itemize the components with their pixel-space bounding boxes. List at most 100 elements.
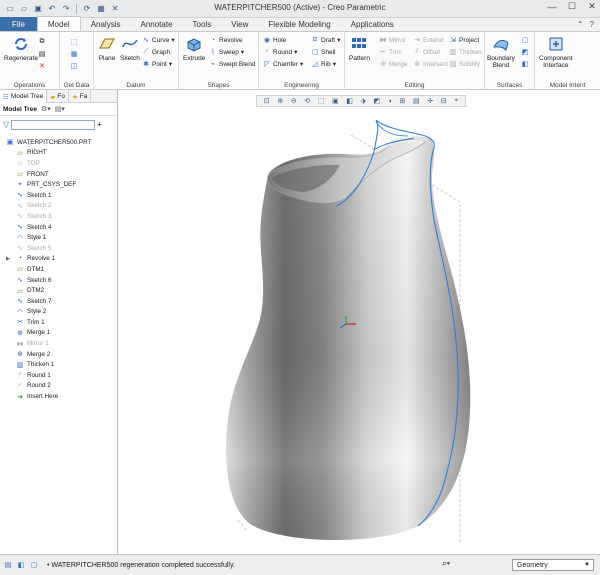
copy-geometry-icon[interactable]: ▦ [70, 50, 78, 58]
filter-icon[interactable]: ▽ [3, 120, 9, 129]
paste-icon[interactable]: ▤ [38, 50, 46, 58]
rib-button[interactable]: ◿ Rib ▾ [311, 60, 336, 69]
tree-item[interactable]: ⧓ Mirror 1 [0, 338, 117, 349]
tab-view[interactable]: View [221, 17, 258, 31]
tree-item[interactable]: ∿ Sketch 6 [0, 275, 117, 286]
revolve-button[interactable]: ◔ Revolve [209, 36, 243, 44]
tree-item[interactable]: ▶ ◔ Revolve 1 [0, 254, 117, 265]
curve-button[interactable]: ∿ Curve ▾ [142, 36, 175, 45]
tab-tools[interactable]: Tools [183, 17, 222, 31]
tree-settings-icon[interactable]: ⚙▾ [41, 105, 51, 113]
tree-item[interactable]: ◜ Round 2 [0, 381, 117, 392]
tree-item[interactable]: ∿ Sketch 1 [0, 190, 117, 201]
tree-item[interactable]: ▱ RIGHT [0, 148, 117, 159]
navigator-icon[interactable]: ◧ [16, 560, 26, 570]
tree-item[interactable]: ⌖ PRT_CSYS_DEF [0, 179, 117, 190]
undo-icon[interactable]: ↶ [46, 3, 58, 15]
panel-tabs: ☷ Model Tree ▰ Fo ★ Fa [0, 90, 117, 103]
mirror-button[interactable]: ⧓ Mirror [379, 36, 406, 45]
tree-item[interactable]: ▣ WATERPITCHER500.PRT [0, 137, 117, 148]
tab-flexible-modeling[interactable]: Flexible Modeling [258, 17, 340, 31]
tree-item[interactable]: ◜ Round 1 [0, 370, 117, 381]
tree-item[interactable]: ▱ TOP [0, 158, 117, 169]
user-defined-feature-icon[interactable]: ⬚ [70, 38, 78, 46]
tab-model-tree[interactable]: ☷ Model Tree [0, 90, 48, 103]
tree-item[interactable]: ✂ Trim 1 [0, 317, 117, 328]
intersect-button[interactable]: ⊗ Intersect [413, 60, 448, 69]
tree-item[interactable]: ◠ Style 1 [0, 232, 117, 243]
style-icon[interactable]: ◩ [521, 48, 529, 56]
tree-item[interactable]: ⊕ Merge 1 [0, 328, 117, 339]
copy-icon[interactable]: ⧉ [38, 38, 46, 46]
regenerate-icon[interactable]: ⟳ [81, 3, 93, 15]
thicken-button[interactable]: ▥ Thicken [449, 48, 482, 57]
project-button[interactable]: ⇲ Project [449, 36, 479, 45]
tab-applications[interactable]: Applications [341, 17, 404, 31]
delete-icon[interactable]: ✕ [38, 62, 46, 70]
tree-item[interactable]: ➜ Insert Here [0, 391, 117, 402]
extend-button[interactable]: ⇥ Extend [413, 36, 443, 45]
open-icon[interactable]: ▱ [18, 3, 30, 15]
maximize-icon[interactable]: ☐ [566, 1, 578, 12]
browser-icon[interactable]: ▢ [29, 560, 39, 570]
round-button[interactable]: ◜ Round ▾ [263, 48, 298, 57]
merge-button[interactable]: ⊕ Merge [379, 60, 407, 69]
shrinkwrap-icon[interactable]: ◫ [70, 62, 78, 70]
sweep-button[interactable]: ⌇ Sweep ▾ [209, 48, 244, 57]
help-icon[interactable]: ? [590, 20, 594, 29]
pattern-button[interactable]: Pattern [349, 35, 370, 62]
redo-icon[interactable]: ↷ [60, 3, 72, 15]
tree-item[interactable]: ◠ Style 2 [0, 307, 117, 318]
point-button[interactable]: ✱ Point ▾ [142, 60, 172, 69]
tree-item[interactable]: ∿ Sketch 4 [0, 222, 117, 233]
freestyle-icon[interactable]: ▢ [521, 36, 529, 44]
selection-filter[interactable]: Geometry ▼ [512, 559, 594, 571]
tree-search-input[interactable] [11, 119, 96, 130]
add-filter-icon[interactable]: + [97, 120, 102, 129]
pitcher-model[interactable] [118, 90, 600, 554]
tab-analysis[interactable]: Analysis [81, 17, 131, 31]
window-close-icon[interactable]: ✕ [586, 1, 598, 12]
regenerate-button[interactable]: Regenerate [4, 35, 38, 62]
extrude-button[interactable]: Extrude [183, 35, 205, 62]
hole-button[interactable]: ◉ Hole [263, 36, 286, 45]
tab-model[interactable]: Model [36, 16, 81, 31]
offset-button[interactable]: ⫽ Offset [413, 48, 440, 56]
tree-item[interactable]: ∿ Sketch 2 [0, 201, 117, 212]
chamfer-button[interactable]: ◸ Chamfer ▾ [263, 60, 303, 69]
graphics-area[interactable]: ⊡ ⊕ ⊖ ⟲ ⬚ ▣ ◧ ⬗ ◩ ◑ ⊞ ▤ ✛ ⊟ ⌖ [118, 90, 600, 554]
tree-item[interactable]: ▥ Thicken 1 [0, 359, 117, 370]
solidify-button[interactable]: ▨ Solidify [449, 60, 480, 69]
tab-folder-browser[interactable]: ▰ Fo [47, 90, 69, 103]
swept-blend-button[interactable]: ⌁ Swept Blend [209, 60, 256, 69]
component-interface-button[interactable]: Component Interface [539, 35, 573, 69]
panel-toggle-icon[interactable]: ▤ [3, 560, 13, 570]
new-icon[interactable]: ▭ [4, 3, 16, 15]
expand-icon[interactable]: ▶ [6, 256, 10, 262]
close-icon[interactable]: ✕ [109, 3, 121, 15]
tree-item[interactable]: ∿ Sketch 3 [0, 211, 117, 222]
tree-item[interactable]: ▱ DTM2 [0, 285, 117, 296]
minimize-ribbon-icon[interactable]: ⌃ [577, 20, 584, 29]
plane-button[interactable]: Plane [98, 35, 116, 62]
tree-item[interactable]: ⊕ Merge 2 [0, 349, 117, 360]
draft-button[interactable]: ⧄ Draft ▾ [311, 36, 341, 44]
tree-item[interactable]: ∿ Sketch 7 [0, 296, 117, 307]
tree-item[interactable]: ∿ Sketch 5 [0, 243, 117, 254]
show-icon[interactable]: ▤▾ [55, 105, 65, 113]
tree-item[interactable]: ▱ FRONT [0, 169, 117, 180]
find-icon[interactable]: ⌕▾ [442, 559, 450, 569]
windows-icon[interactable]: ▦ [95, 3, 107, 15]
tab-annotate[interactable]: Annotate [130, 17, 182, 31]
minimize-icon[interactable]: — [546, 2, 558, 12]
fill-icon[interactable]: ◧ [521, 60, 529, 68]
save-icon[interactable]: ▣ [32, 3, 44, 15]
boundary-blend-button[interactable]: Boundary Blend [487, 35, 515, 69]
sketch-button[interactable]: Sketch [120, 35, 140, 62]
tab-favorites[interactable]: ★ Fa [69, 90, 92, 103]
shell-button[interactable]: ▢ Shell [311, 48, 336, 57]
tree-item[interactable]: ▱ DTM1 [0, 264, 117, 275]
tab-file[interactable]: File [0, 17, 37, 31]
graph-button[interactable]: ⟋ Graph [142, 48, 171, 56]
trim-button[interactable]: ✂ Trim [379, 48, 402, 57]
